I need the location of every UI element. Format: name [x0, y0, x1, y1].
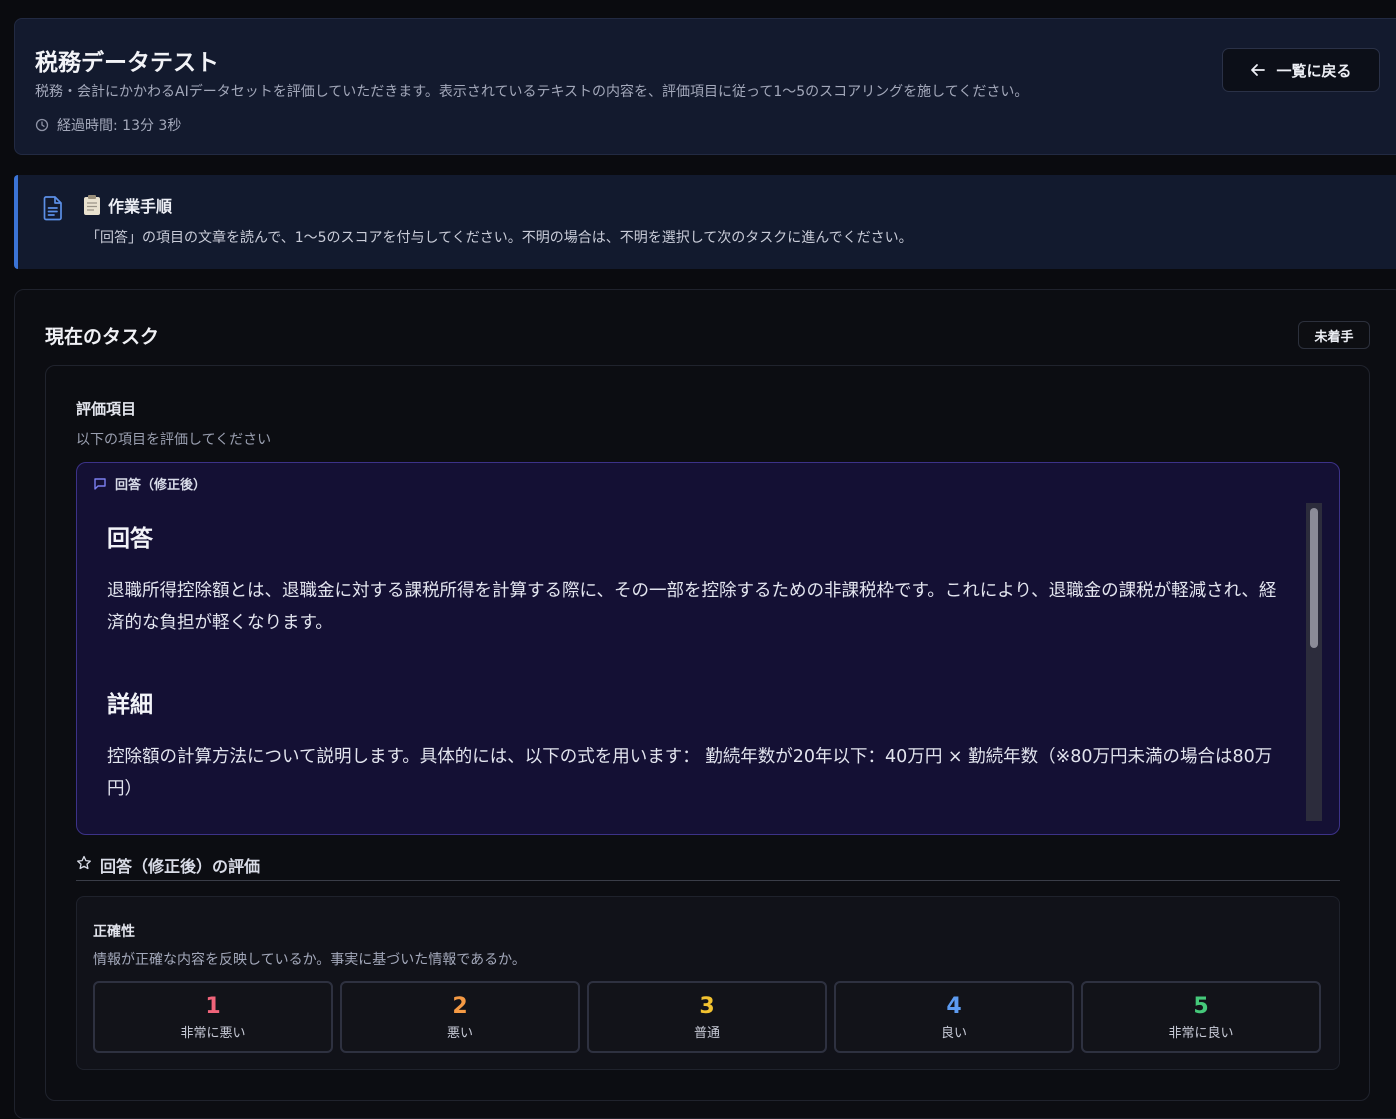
- star-icon: [77, 855, 91, 870]
- back-button-label: 一覧に戻る: [1276, 61, 1352, 80]
- score-button-5[interactable]: 5 非常に良い: [1081, 981, 1321, 1053]
- score-value: 4: [946, 993, 962, 1019]
- score-label: 普通: [693, 1025, 720, 1041]
- arrow-left-icon: [1251, 64, 1266, 76]
- rating-section-header: 回答（修正後）の評価: [76, 853, 1340, 881]
- score-button-2[interactable]: 2 悪い: [340, 981, 580, 1053]
- status-badge: 未着手: [1298, 321, 1370, 349]
- scrollbar-thumb[interactable]: [1310, 508, 1318, 648]
- answer-panel: 回答（修正後） 回答 退職所得控除額とは、退職金に対する課税所得を計算する際に、…: [76, 462, 1340, 835]
- answer-paragraph: 退職所得控除額とは、退職金に対する課税所得を計算する際に、その一部を控除するため…: [107, 581, 1277, 633]
- score-button-1[interactable]: 1 非常に悪い: [93, 981, 333, 1053]
- document-icon: [43, 196, 62, 221]
- criteria-name: 正確性: [93, 924, 135, 940]
- score-options: 1 非常に悪い 2 悪い 3 普通 4 良い 5 非常に良い: [93, 981, 1321, 1053]
- instructions-title: 作業手順: [82, 193, 172, 217]
- elapsed-time-text: 経過時間: 13分 3秒: [57, 118, 182, 134]
- answer-heading: 回答: [107, 526, 153, 552]
- score-value: 5: [1193, 993, 1209, 1019]
- criteria-panel: 正確性 情報が正確な内容を反映しているか。事実に基づいた情報であるか。 1 非常…: [76, 896, 1340, 1070]
- clock-icon: [35, 118, 49, 132]
- criteria-description: 情報が正確な内容を反映しているか。事実に基づいた情報であるか。: [93, 952, 526, 968]
- instructions-text: 「回答」の項目の文章を読んで、1〜5のスコアを付与してください。不明の場合は、不…: [86, 230, 913, 246]
- rating-section-title: 回答（修正後）の評価: [100, 857, 261, 876]
- score-label: 非常に悪い: [180, 1025, 246, 1041]
- evaluation-title: 評価項目: [76, 400, 137, 418]
- clipboard-icon: [84, 195, 100, 215]
- score-button-3[interactable]: 3 普通: [587, 981, 827, 1053]
- page-description: 税務・会計にかかわるAIデータセットを評価していただきます。表示されているテキス…: [35, 84, 1029, 100]
- score-label: 悪い: [446, 1025, 473, 1041]
- score-label: 非常に良い: [1168, 1025, 1234, 1041]
- back-to-list-button[interactable]: 一覧に戻る: [1222, 48, 1380, 92]
- answer-scrollbar[interactable]: [1306, 503, 1322, 821]
- score-button-4[interactable]: 4 良い: [834, 981, 1074, 1053]
- page-title: 税務データテスト: [35, 50, 219, 76]
- score-value: 2: [452, 993, 468, 1019]
- answer-label: 回答（修正後）: [115, 478, 207, 493]
- instructions-title-text: 作業手順: [108, 197, 173, 216]
- answer-header: 回答（修正後）: [93, 474, 206, 493]
- comment-icon: [94, 477, 106, 490]
- evaluation-card: 評価項目 以下の項目を評価してください 回答（修正後） 回答 退職所得控除額とは…: [45, 365, 1370, 1101]
- detail-paragraph: 控除額の計算方法について説明します。具体的には、以下の式を用います： 勤続年数が…: [107, 747, 1273, 799]
- score-label: 良い: [940, 1025, 967, 1041]
- elapsed-time: 経過時間: 13分 3秒: [35, 115, 181, 135]
- detail-heading: 詳細: [107, 692, 153, 718]
- task-title: 現在のタスク: [45, 326, 160, 348]
- score-value: 1: [205, 993, 221, 1019]
- page-header: 税務データテスト 税務・会計にかかわるAIデータセットを評価していただきます。表…: [14, 18, 1396, 155]
- evaluation-subtitle: 以下の項目を評価してください: [76, 432, 272, 448]
- answer-content: 回答 退職所得控除額とは、退職金に対する課税所得を計算する際に、その一部を控除す…: [107, 519, 1287, 805]
- score-value: 3: [699, 993, 715, 1019]
- current-task-card: 現在のタスク 未着手 評価項目 以下の項目を評価してください 回答（修正後） 回…: [14, 289, 1396, 1119]
- instructions-panel: 作業手順 「回答」の項目の文章を読んで、1〜5のスコアを付与してください。不明の…: [14, 175, 1396, 269]
